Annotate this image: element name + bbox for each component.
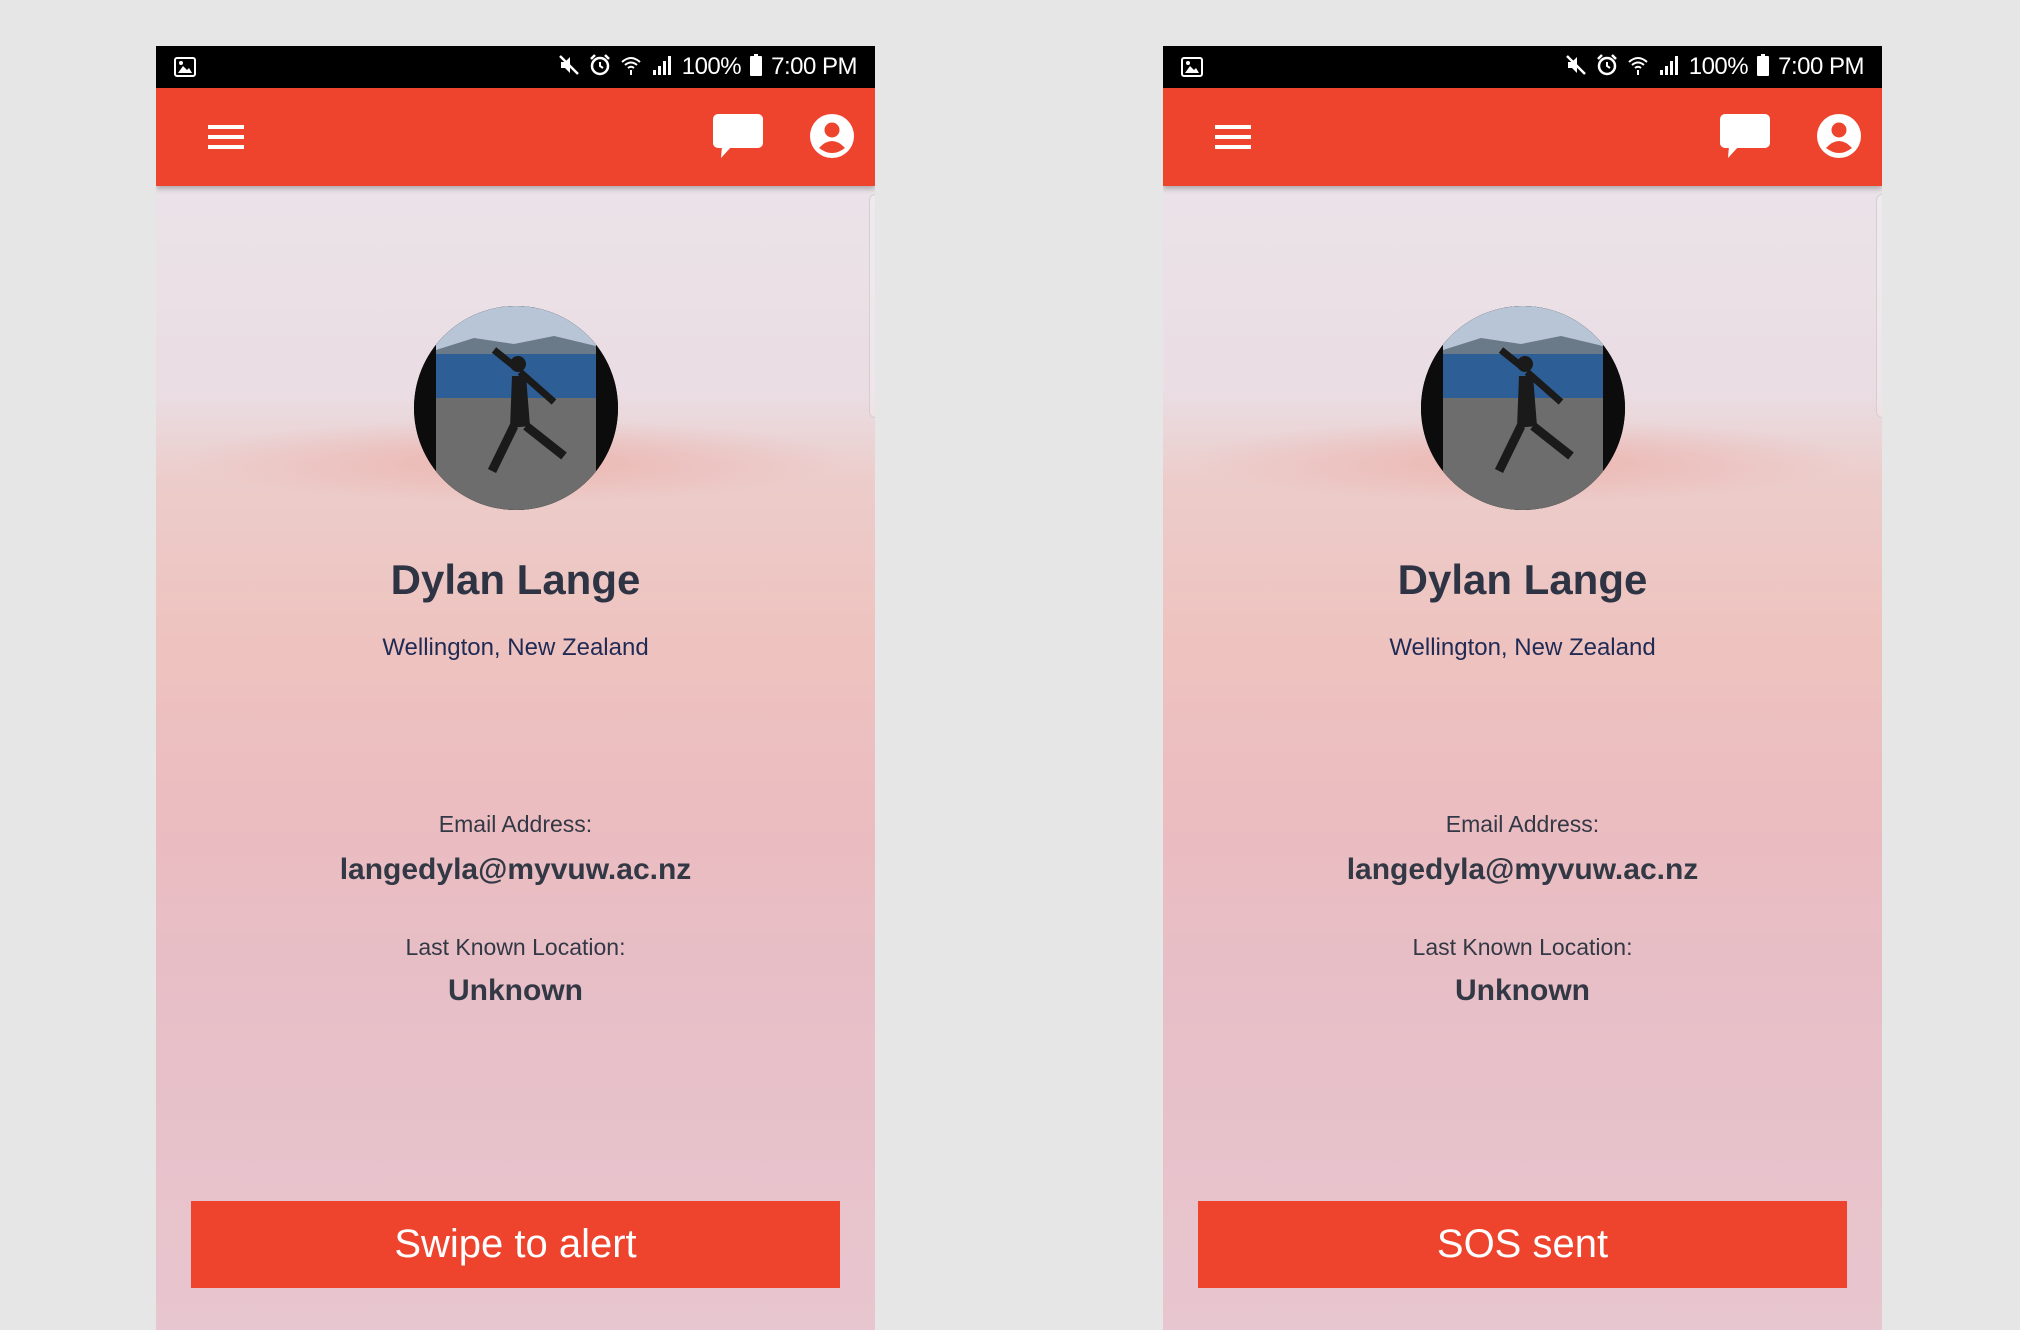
profile-name: Dylan Lange (1397, 556, 1648, 603)
swipe-to-alert-button[interactable]: Swipe to alert (191, 1201, 840, 1288)
clock: 7:00 PM (1778, 53, 1864, 80)
wifi-icon (620, 54, 642, 81)
alarm-icon (589, 53, 611, 81)
battery-level: 100% (1688, 53, 1749, 80)
account-icon[interactable] (1817, 114, 1861, 163)
status-bar: 100% 7:00 PM (156, 46, 875, 88)
email-label: Email Address: (438, 811, 593, 837)
battery-icon (750, 53, 763, 81)
avatar (414, 306, 618, 510)
email-value: langedyla@myvuw.ac.nz (1346, 853, 1699, 886)
last-location-value: Unknown (448, 974, 583, 1007)
account-icon[interactable] (810, 114, 854, 163)
profile-content: Dylan Lange Wellington, New Zealand Emai… (1163, 186, 1882, 1330)
phone-screen-swipe: 100% 7:00 PM Dylan Lange Wellington, New… (156, 46, 875, 1330)
scroll-indicator[interactable] (869, 194, 875, 418)
chat-icon[interactable] (712, 113, 764, 164)
sos-sent-button[interactable]: SOS sent (1198, 1201, 1847, 1288)
alarm-icon (1596, 53, 1618, 81)
last-location-label: Last Known Location: (405, 934, 626, 960)
chat-icon[interactable] (1719, 113, 1771, 164)
gallery-icon (174, 57, 196, 82)
battery-level: 100% (681, 53, 742, 80)
app-bar (156, 88, 875, 186)
mute-icon (558, 54, 580, 81)
menu-icon[interactable] (1215, 123, 1251, 156)
last-location-value: Unknown (1455, 974, 1590, 1007)
clock: 7:00 PM (771, 53, 857, 80)
last-location-label: Last Known Location: (1412, 934, 1633, 960)
wifi-icon (1627, 54, 1649, 81)
signal-icon (1658, 54, 1680, 81)
battery-icon (1757, 53, 1770, 81)
profile-location: Wellington, New Zealand (1389, 634, 1656, 661)
email-label: Email Address: (1445, 811, 1600, 837)
profile-name: Dylan Lange (390, 556, 641, 603)
signal-icon (651, 54, 673, 81)
profile-content: Dylan Lange Wellington, New Zealand Emai… (156, 186, 875, 1330)
mute-icon (1565, 54, 1587, 81)
scroll-indicator[interactable] (1876, 194, 1882, 418)
profile-location: Wellington, New Zealand (382, 634, 649, 661)
app-bar (1163, 88, 1882, 186)
status-bar: 100% 7:00 PM (1163, 46, 1882, 88)
avatar (1421, 306, 1625, 510)
phone-screen-sos-sent: 100% 7:00 PM Dylan Lange Wellington, New… (1163, 46, 1882, 1330)
email-value: langedyla@myvuw.ac.nz (339, 853, 692, 886)
gallery-icon (1181, 57, 1203, 82)
menu-icon[interactable] (208, 123, 244, 156)
